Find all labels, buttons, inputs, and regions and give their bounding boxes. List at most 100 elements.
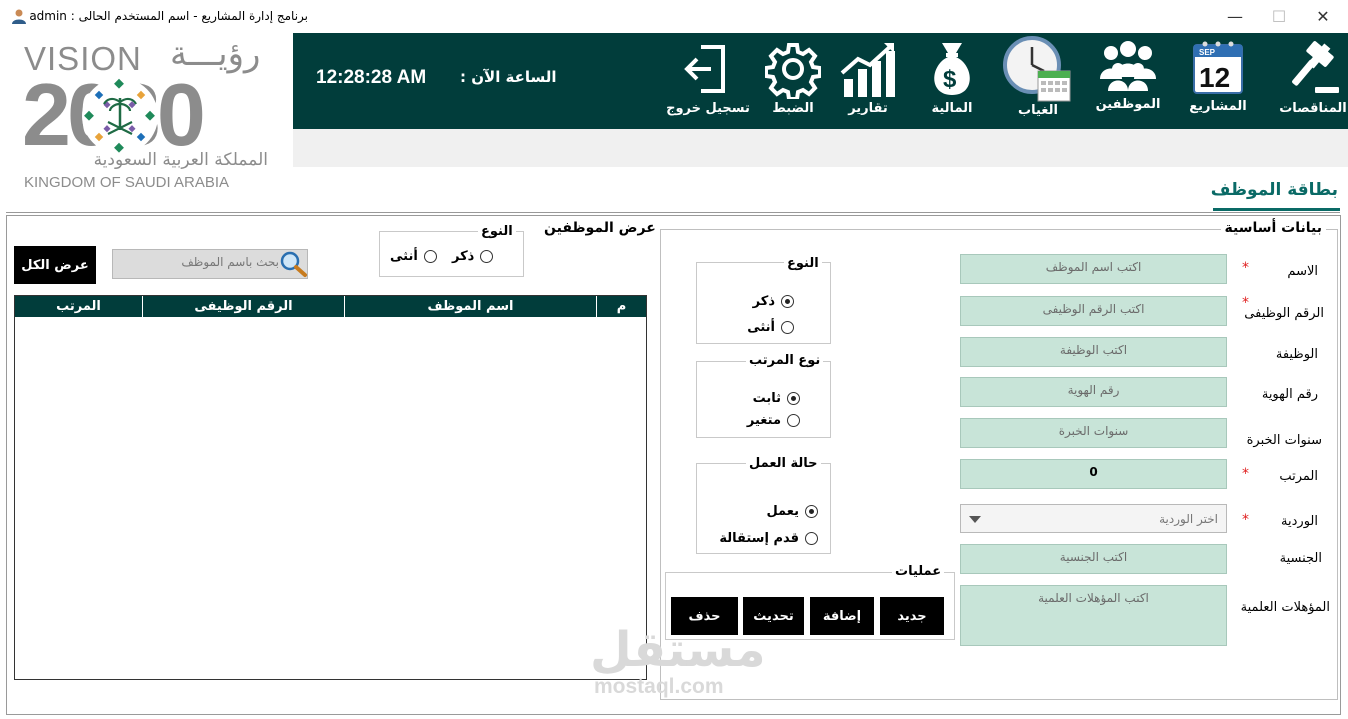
toolbar-label-logout: تسجيل خروج xyxy=(666,101,750,116)
minimize-button[interactable]: — xyxy=(1212,4,1258,28)
new-button[interactable]: جديد xyxy=(880,597,944,635)
toolbar-item-absence[interactable]: الغياب xyxy=(998,33,1078,129)
experience-input[interactable]: سنوات الخبرة xyxy=(960,418,1227,448)
qualifications-label: المؤهلات العلمية xyxy=(1240,600,1330,615)
id-no-input[interactable]: رقم الهوية xyxy=(960,377,1227,407)
toolbar-item-finance[interactable]: $ المالية xyxy=(917,33,987,129)
search-icon[interactable] xyxy=(278,250,308,278)
status-working-radio[interactable] xyxy=(805,505,818,518)
employee-data-title: بيانات أساسية xyxy=(1220,220,1326,236)
calendar-icon: SEP 12 xyxy=(1193,41,1243,94)
salary-required-mark: * xyxy=(1242,466,1249,482)
status-resigned-radio[interactable] xyxy=(805,532,818,545)
emp-no-input[interactable]: اكتب الرقم الوظيفى xyxy=(960,296,1227,326)
svg-text:$: $ xyxy=(943,66,957,93)
job-input[interactable]: اكتب الوظيفة xyxy=(960,337,1227,367)
show-all-button[interactable]: عرض الكل xyxy=(14,246,96,284)
filter-female-label: أنثى xyxy=(390,249,418,264)
salary-fixed-radio[interactable] xyxy=(787,392,800,405)
shift-select[interactable]: اختر الوردية xyxy=(960,504,1227,533)
shift-required-mark: * xyxy=(1242,512,1249,528)
logout-icon xyxy=(684,45,725,93)
window-title: برنامج إدارة المشاريع - اسم المستخدم الح… xyxy=(29,9,308,23)
close-button[interactable]: ✕ xyxy=(1300,4,1346,28)
employee-table[interactable]: م اسم الموظف الرقم الوظيفى المرتب xyxy=(14,295,647,680)
page-title-underline xyxy=(1213,208,1340,211)
top-toolbar: المناقصات SEP 12 المشاريع الموظفين الغيا… xyxy=(293,33,1348,129)
shift-label: الوردية xyxy=(1281,514,1318,529)
id-no-label: رقم الهوية xyxy=(1261,387,1318,402)
filter-male-label: ذكر xyxy=(452,249,475,264)
filter-female-option[interactable]: أنثى xyxy=(390,249,437,264)
logo-english-name: KINGDOM OF SAUDI ARABIA xyxy=(24,174,230,191)
status-working-option[interactable]: يعمل xyxy=(766,504,818,519)
calendar-day: 12 xyxy=(1199,62,1230,93)
gear-icon xyxy=(765,43,821,99)
qualifications-input[interactable]: اكتب المؤهلات العلمية xyxy=(960,585,1227,646)
users-icon xyxy=(1100,41,1156,91)
calendar-month: SEP xyxy=(1199,48,1216,57)
gender-filter-title: النوع xyxy=(478,224,516,239)
status-resigned-option[interactable]: قدم إستقالة xyxy=(719,531,818,546)
toolbar-label-finance: المالية xyxy=(931,101,973,116)
toolbar-item-logout[interactable]: تسجيل خروج xyxy=(663,33,753,129)
column-header-emp-no[interactable]: الرقم الوظيفى xyxy=(142,296,344,317)
column-header-salary[interactable]: المرتب xyxy=(15,296,142,317)
filter-male-option[interactable]: ذكر xyxy=(452,249,494,264)
gavel-icon xyxy=(1292,41,1339,93)
sub-toolbar-strip xyxy=(293,129,1348,167)
filter-female-radio[interactable] xyxy=(423,250,437,263)
toolbar-item-projects[interactable]: SEP 12 المشاريع xyxy=(1183,33,1253,129)
page-title: بطاقة الموظف xyxy=(1210,180,1338,200)
name-label: الاسم xyxy=(1287,264,1318,279)
salary-fixed-label: ثابت xyxy=(752,391,781,406)
name-required-mark: * xyxy=(1242,260,1249,276)
gender-female-option[interactable]: أنثى xyxy=(747,320,794,335)
salary-fixed-option[interactable]: ثابت xyxy=(753,391,800,406)
status-resigned-label: قدم إستقالة xyxy=(719,531,799,546)
salary-type-group-title: نوع المرتب xyxy=(746,353,824,368)
maximize-button[interactable]: ☐ xyxy=(1256,4,1302,28)
gender-female-radio[interactable] xyxy=(781,321,794,334)
salary-label: المرتب xyxy=(1279,469,1318,484)
salary-variable-radio[interactable] xyxy=(787,414,800,427)
watermark: مستقل mostaql.com xyxy=(590,625,766,699)
toolbar-label-absence: الغياب xyxy=(1018,103,1058,118)
status-working-label: يعمل xyxy=(766,504,799,519)
gender-male-radio[interactable] xyxy=(781,295,794,308)
toolbar-item-tenders[interactable]: المناقصات xyxy=(1273,33,1348,129)
vision-2030-logo: VISION رؤيـــة 2030 المملكة العربية السع… xyxy=(20,34,280,195)
money-bag-icon: $ xyxy=(934,43,970,95)
salary-variable-label: متغير xyxy=(746,413,781,428)
toolbar-item-reports[interactable]: تقارير xyxy=(833,33,903,129)
table-header: م اسم الموظف الرقم الوظيفى المرتب xyxy=(15,296,646,317)
job-label: الوظيفة xyxy=(1275,347,1318,362)
emp-no-label: الرقم الوظيفى xyxy=(1244,306,1324,321)
title-bar: برنامج إدارة المشاريع - اسم المستخدم الح… xyxy=(0,0,1348,32)
name-input[interactable]: اكتب اسم الموظف xyxy=(960,254,1227,284)
clock-time: 12:28:28 AM xyxy=(316,67,427,88)
column-header-index[interactable]: م xyxy=(596,296,646,317)
add-button[interactable]: إضافة xyxy=(810,597,874,635)
gender-female-label: أنثى xyxy=(747,320,775,335)
salary-input[interactable]: 0 xyxy=(960,459,1227,489)
gender-male-option[interactable]: ذكر xyxy=(753,294,794,309)
watermark-en: mostaql.com xyxy=(594,675,724,698)
toolbar-item-settings[interactable]: الضبط xyxy=(758,33,828,129)
filter-male-radio[interactable] xyxy=(480,250,494,263)
experience-label: سنوات الخبرة xyxy=(1246,433,1322,448)
user-icon xyxy=(12,9,26,24)
chart-icon xyxy=(840,43,895,97)
toolbar-item-employees[interactable]: الموظفين xyxy=(1093,33,1163,129)
column-header-name[interactable]: اسم الموظف xyxy=(344,296,596,317)
toolbar-label-tenders: المناقصات xyxy=(1279,101,1347,116)
operations-group-title: عمليات xyxy=(892,564,945,579)
salary-variable-option[interactable]: متغير xyxy=(747,413,800,428)
logo-arabic-name: المملكة العربية السعودية xyxy=(93,150,268,170)
clock-calendar-icon xyxy=(1003,36,1071,102)
nationality-input[interactable]: اكتب الجنسية xyxy=(960,544,1227,574)
watermark-ar: مستقل xyxy=(590,622,766,678)
work-status-group-title: حالة العمل xyxy=(746,456,821,471)
emp-no-required-mark: * xyxy=(1242,295,1249,311)
nationality-label: الجنسية xyxy=(1279,551,1322,566)
